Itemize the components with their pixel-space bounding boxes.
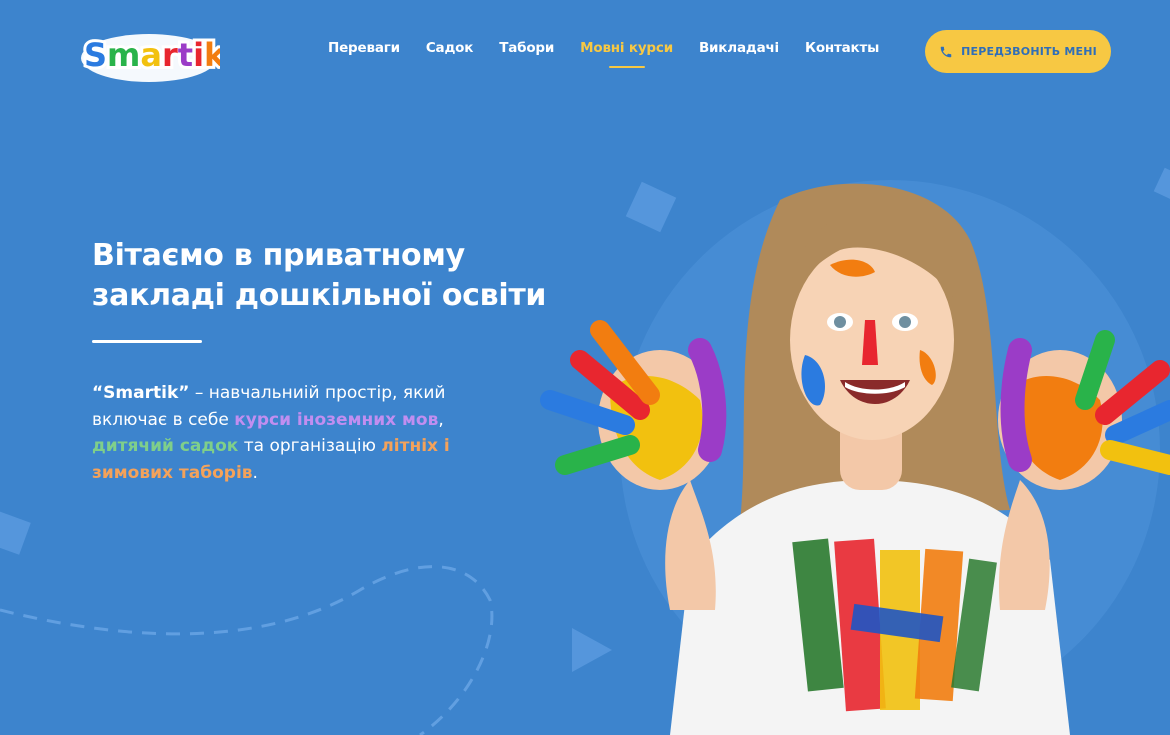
call-me-button[interactable]: ПЕРЕДЗВОНІТЬ МЕНІ: [925, 30, 1111, 73]
smartik-logo[interactable]: Smartik Smartik: [78, 22, 220, 86]
hero-text-part4: .: [252, 462, 258, 483]
child-painted-hands-icon: [540, 183, 1170, 735]
nav-item-tabory[interactable]: Табори: [499, 40, 554, 56]
nav-item-kontakty[interactable]: Контакты: [805, 40, 879, 56]
hero-title-line1: Вітаємо в приватному: [92, 238, 465, 273]
landing-page: Smartik Smartik Переваги Садок Табори Мо…: [0, 0, 1170, 735]
highlight-kindergarten: дитячий садок: [92, 436, 239, 456]
nav-item-sadok[interactable]: Садок: [426, 40, 474, 56]
nav-item-movni-kursy[interactable]: Мовні курси: [580, 40, 673, 56]
nav-item-perevagy[interactable]: Переваги: [328, 40, 400, 56]
hero-description: “Smartik” – навчальниій простір, який вк…: [92, 380, 472, 486]
hero-divider: [92, 340, 202, 343]
brand-quote: “Smartik”: [92, 383, 190, 403]
nav-item-vykladachi[interactable]: Викладачі: [699, 40, 779, 56]
call-me-label: ПЕРЕДЗВОНІТЬ МЕНІ: [961, 45, 1097, 58]
hero-title-line2: закладі дошкільної освіти: [92, 278, 547, 313]
logo-image: Smartik Smartik: [81, 33, 220, 82]
hero-title: Вітаємо в приватному закладі дошкільної …: [92, 236, 572, 316]
main-nav: Переваги Садок Табори Мовні курси Виклад…: [328, 40, 905, 56]
hero-text-part3: та організацію: [238, 436, 382, 456]
hero-child-image: [540, 180, 1170, 735]
hero-text-part2: ,: [438, 409, 444, 430]
phone-icon: [939, 45, 953, 59]
highlight-language-courses: курси іноземних мов: [234, 409, 439, 430]
svg-text:Smartik: Smartik: [84, 36, 220, 74]
